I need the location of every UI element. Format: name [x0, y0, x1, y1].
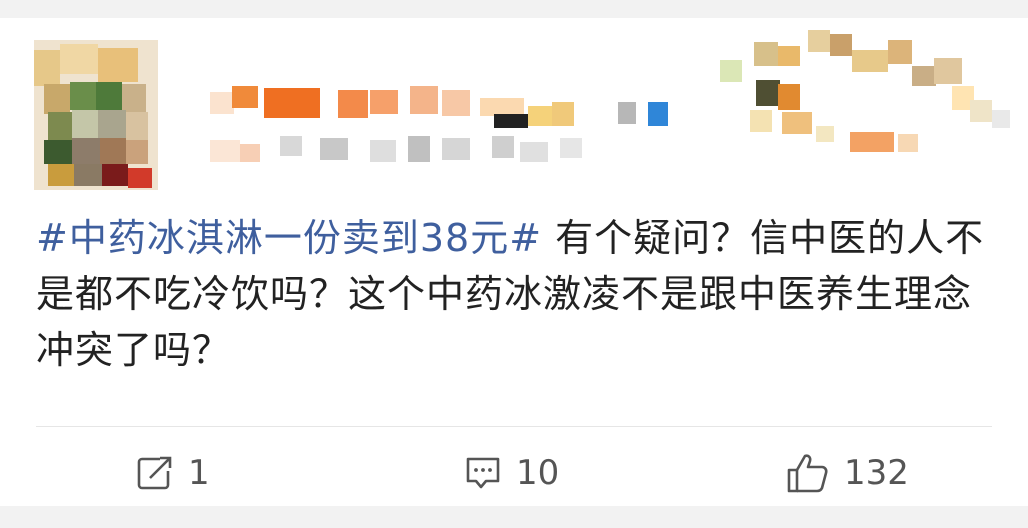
- divider: [36, 426, 992, 427]
- like-button[interactable]: 132: [786, 446, 909, 500]
- thumbs-up-icon: [786, 452, 830, 494]
- post-meta: [210, 136, 630, 166]
- repost-button[interactable]: 1: [136, 446, 210, 500]
- repost-count: 1: [188, 453, 210, 493]
- repost-icon: [136, 455, 174, 491]
- username[interactable]: [210, 80, 670, 128]
- post-text: #中药冰淇淋一份卖到38元# 有个疑问？信中医的人不是都不吃冷饮吗？这个中药冰激…: [36, 210, 1006, 378]
- comment-count: 10: [516, 453, 560, 493]
- comment-button[interactable]: 10: [464, 446, 559, 500]
- decoration-badge: [720, 30, 1010, 158]
- comment-icon: [464, 455, 502, 491]
- post-card: #中药冰淇淋一份卖到38元# 有个疑问？信中医的人不是都不吃冷饮吗？这个中药冰激…: [0, 18, 1028, 506]
- like-count: 132: [844, 453, 909, 493]
- avatar[interactable]: [34, 40, 158, 190]
- topic-link[interactable]: #中药冰淇淋一份卖到38元#: [36, 216, 542, 260]
